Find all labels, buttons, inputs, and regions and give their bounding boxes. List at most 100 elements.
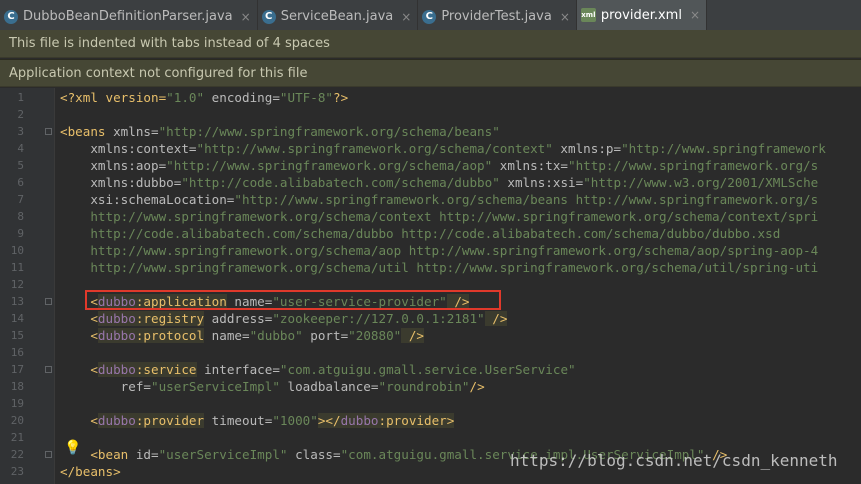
fold-marker-icon[interactable] <box>45 298 52 305</box>
tab-label: ProviderTest.java <box>441 9 552 24</box>
tab-dubbobeandefinitionparser[interactable]: C DubboBeanDefinitionParser.java × <box>0 0 258 33</box>
code-line[interactable]: 3 <beans xmlns="http://www.springframewor… <box>0 123 861 140</box>
fold-marker-icon[interactable] <box>45 451 52 458</box>
code-line[interactable]: 14 <dubbo:registry address="zookeeper://… <box>0 310 861 327</box>
code-token: "UTF-8" <box>279 90 333 105</box>
line-number: 2 <box>17 108 24 121</box>
code-token: http://www.springframework.org/schema/co… <box>60 209 819 224</box>
code-token: < <box>60 311 98 326</box>
code-token: /> <box>484 311 508 326</box>
code-line[interactable]: 5 xmlns:aop="http://www.springframework.… <box>0 157 861 174</box>
code-token: <beans <box>60 124 106 139</box>
code-line[interactable]: 10 http://www.springframework.org/schema… <box>0 242 861 259</box>
code-token: <?xml version= <box>60 90 167 105</box>
code-token: "http://www.springframework.org/s <box>568 158 819 173</box>
code-line[interactable]: 2 <box>0 106 861 123</box>
code-token: "1.0" <box>166 90 205 105</box>
context-warning-banner: Application context not configured for t… <box>0 59 861 87</box>
line-number: 10 <box>10 244 24 257</box>
line-number: 1 <box>17 91 24 104</box>
tab-servicebean[interactable]: C ServiceBean.java × <box>258 0 419 33</box>
code-token: dubbo <box>97 311 136 326</box>
tab-label: DubboBeanDefinitionParser.java <box>23 9 233 24</box>
code-token: xmlns:context= <box>60 141 197 156</box>
code-text: <dubbo:provider timeout="1000"></dubbo:p… <box>60 412 455 429</box>
code-line[interactable]: 15 <dubbo:protocol name="dubbo" port="20… <box>0 327 861 344</box>
code-editor[interactable]: 1 <?xml version="1.0" encoding="UTF-8"?> 2… <box>0 88 861 484</box>
code-line[interactable]: 8 http://www.springframework.org/schema/… <box>0 208 861 225</box>
line-number: 17 <box>10 363 24 376</box>
code-token: xmlns:aop= <box>60 158 167 173</box>
code-line[interactable]: 6 xmlns:dubbo="http://code.alibabatech.c… <box>0 174 861 191</box>
java-class-icon: C <box>4 9 18 24</box>
code-token: ref= <box>60 379 151 394</box>
code-token: ?> <box>332 90 349 105</box>
code-text: <dubbo:protocol name="dubbo" port="20880… <box>60 327 424 344</box>
code-token: < <box>60 413 98 428</box>
code-line[interactable]: 4 xmlns:context="http://www.springframew… <box>0 140 861 157</box>
code-token: port= <box>302 328 349 343</box>
xml-file-icon: xml <box>580 8 596 22</box>
code-line[interactable]: 9 http://code.alibabatech.com/schema/dub… <box>0 225 861 242</box>
code-token: http://code.alibabatech.com/schema/dubbo… <box>60 226 781 241</box>
code-line[interactable]: 20 <dubbo:provider timeout="1000"></dubb… <box>0 412 861 429</box>
java-class-icon: C <box>422 9 437 24</box>
code-line[interactable]: 16 <box>0 344 861 361</box>
indent-warning-banner: This file is indented with tabs instead … <box>0 30 861 58</box>
code-token: :service <box>135 362 197 377</box>
code-token: "roundrobin" <box>378 379 470 394</box>
code-line[interactable]: 21 <box>0 429 861 446</box>
line-number: 6 <box>17 176 24 189</box>
code-token: "com.atguigu.gmall.service.UserService" <box>279 362 576 377</box>
close-icon[interactable]: × <box>401 10 411 24</box>
code-line[interactable]: 18 ref="userServiceImpl" loadbalance="ro… <box>0 378 861 395</box>
close-icon[interactable]: × <box>241 10 251 24</box>
code-text: http://www.springframework.org/schema/ut… <box>60 259 818 276</box>
code-line[interactable]: 19 <box>0 395 861 412</box>
line-number: 14 <box>10 312 24 325</box>
watermark: https://blog.csdn.net/csdn_kenneth <box>510 451 838 470</box>
line-number: 13 <box>10 295 24 308</box>
code-text: http://code.alibabatech.com/schema/dubbo… <box>60 225 780 242</box>
java-class-icon: C <box>261 9 276 24</box>
code-token: xmlns:tx= <box>492 158 569 173</box>
code-line[interactable]: 11 http://www.springframework.org/schema… <box>0 259 861 276</box>
line-number: 19 <box>10 397 24 410</box>
code-line[interactable]: 17 <dubbo:service interface="com.atguigu… <box>0 361 861 378</box>
code-token: < <box>60 328 98 343</box>
fold-marker-icon[interactable] <box>45 128 52 135</box>
line-number: 16 <box>10 346 24 359</box>
code-token: </beans> <box>60 464 121 479</box>
code-token: "http://www.springframework.org/schema/c… <box>196 141 553 156</box>
code-token: xmlns:p= <box>552 141 622 156</box>
close-icon[interactable]: × <box>560 10 570 24</box>
code-token: class= <box>287 447 341 462</box>
code-token: "http://www.springframework <box>621 141 826 156</box>
code-text: xmlns:context="http://www.springframewor… <box>60 140 826 157</box>
banner-text: Application context not configured for t… <box>9 65 308 81</box>
code-token: "http://www.springframework.org/schema/a… <box>166 158 493 173</box>
code-text: xmlns:aop="http://www.springframework.or… <box>60 157 818 174</box>
tab-provider-xml[interactable]: xml provider.xml × <box>576 0 708 33</box>
lightbulb-icon[interactable]: 💡 <box>64 440 81 456</box>
close-icon[interactable]: × <box>690 8 700 22</box>
line-number: 21 <box>10 431 24 444</box>
code-text: http://www.springframework.org/schema/co… <box>60 208 818 225</box>
code-token: "zookeeper://127.0.0.1:2181" <box>272 311 485 326</box>
code-token: dubbo <box>97 328 136 343</box>
tab-label: ServiceBean.java <box>280 9 394 24</box>
code-text: <?xml version="1.0" encoding="UTF-8"?> <box>60 89 348 106</box>
code-line[interactable]: 7 xsi:schemaLocation="http://www.springf… <box>0 191 861 208</box>
tab-providertest[interactable]: C ProviderTest.java × <box>418 0 577 33</box>
line-number: 5 <box>17 159 24 172</box>
line-number: 11 <box>10 261 24 274</box>
code-text: <beans xmlns="http://www.springframework… <box>60 123 500 140</box>
code-line[interactable]: 1 <?xml version="1.0" encoding="UTF-8"?> <box>0 89 861 106</box>
line-number: 9 <box>17 227 24 240</box>
code-token: ></ <box>317 413 341 428</box>
fold-marker-icon[interactable] <box>45 366 52 373</box>
code-token: "http://code.alibabatech.com/schema/dubb… <box>181 175 500 190</box>
line-number: 15 <box>10 329 24 342</box>
code-token: dubbo <box>340 413 379 428</box>
code-token: "dubbo" <box>249 328 303 343</box>
